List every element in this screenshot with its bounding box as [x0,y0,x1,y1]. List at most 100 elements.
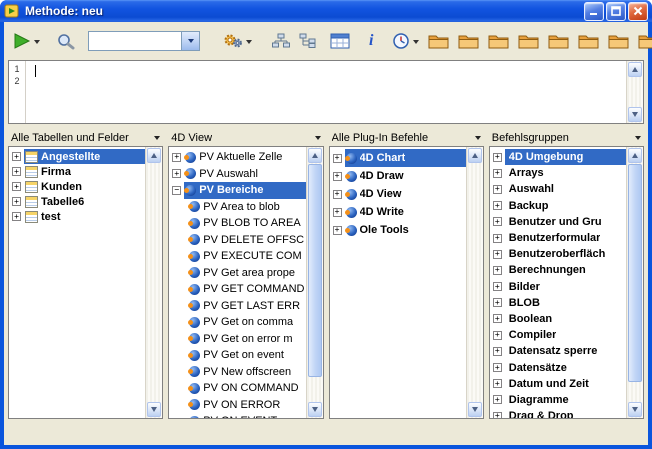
pane-header-dropdown-icon[interactable] [475,136,481,143]
info-button[interactable]: i [367,31,375,51]
tree-item[interactable]: PV Get on event [169,347,305,364]
expand-box-icon[interactable]: + [493,153,502,162]
expand-box-icon[interactable]: + [172,169,181,178]
scrollbar-track[interactable] [468,164,482,401]
tree-item[interactable]: +Arrays [490,165,626,181]
maximize-button[interactable] [606,2,626,21]
scroll-up-button[interactable] [147,148,161,163]
scroll-down-button[interactable] [628,107,642,122]
tree-item[interactable]: PV Get on comma [169,314,305,331]
collapse-box-icon[interactable]: − [172,186,181,195]
expand-box-icon[interactable]: + [493,217,502,226]
tree-item[interactable]: +4D Draw [330,167,466,185]
pane-header-dropdown-icon[interactable] [154,136,160,143]
expand-box-icon[interactable]: + [493,379,502,388]
tree-item[interactable]: −PV Bereiche [169,182,305,199]
scroll-down-button[interactable] [147,402,161,417]
tree-item[interactable]: +Compiler [490,327,626,343]
tree-item-label[interactable]: PV Get on event [203,349,284,361]
scrollbar-thumb[interactable] [308,164,322,377]
tree-item[interactable]: + test [9,209,145,224]
tree-item-label[interactable]: PV GET LAST ERR [203,300,300,312]
tree-item[interactable]: PV Get on error m [169,331,305,348]
tree-item-label[interactable]: Angestellte [41,151,100,163]
tree-item[interactable]: + Backup [490,198,626,214]
expand-box-icon[interactable]: + [493,234,502,243]
tree-item-label[interactable]: Diagramme [509,394,569,406]
clipboard-folder-icon[interactable] [426,31,451,51]
scrollbar-track[interactable] [628,164,642,401]
tree-item[interactable]: PV GET COMMAND [169,281,305,298]
tree-item-label[interactable]: 4D Umgebung [509,151,584,163]
macro-combo-input[interactable] [89,32,181,50]
tree-item[interactable]: PV New offscreen [169,364,305,381]
tree-item-label[interactable]: PV Area to blob [203,201,279,213]
tree-item[interactable]: +4D Chart [330,149,466,167]
tree-item[interactable]: PV ON COMMAND [169,380,305,397]
scroll-up-button[interactable] [308,148,322,163]
method-options-button[interactable] [220,30,254,52]
expand-box-icon[interactable]: + [493,169,502,178]
tree-item-label[interactable]: 4D Write [360,206,404,218]
tree-item-label[interactable]: Kunden [41,181,82,193]
tree-item-label[interactable]: Benutzeroberfläch [509,248,606,260]
pane-scrollbar[interactable] [466,147,483,418]
expand-box-icon[interactable]: + [493,185,502,194]
expand-box-icon[interactable]: + [493,412,502,418]
tree-item-label[interactable]: PV EXECUTE COM [203,250,301,262]
tree-item[interactable]: +Datensatz sperre [490,343,626,359]
tree-item[interactable]: +4D View [330,185,466,203]
tree-item[interactable]: PV GET LAST ERR [169,298,305,315]
clipboard-folder-icon[interactable] [576,31,601,51]
tree-item-label[interactable]: PV ON EVENT [203,415,277,418]
tree-item-label[interactable]: test [41,211,61,223]
tree-item-label[interactable]: BLOB [509,297,540,309]
search-button[interactable] [54,30,78,52]
tree-item-label[interactable]: PV New offscreen [203,366,291,378]
tree-item[interactable]: +Benutzerformular [490,230,626,246]
tree-item-label[interactable]: Firma [41,166,71,178]
scroll-up-button[interactable] [628,62,642,77]
clipboard-folder-icon[interactable] [486,31,511,51]
tree-item[interactable]: PV ON EVENT [169,413,305,418]
tree-item[interactable]: +Drag & Drop [490,408,626,418]
pane-scrollbar[interactable] [626,147,643,418]
tree-item[interactable]: +Berechnungen [490,262,626,278]
scrollbar-thumb[interactable] [628,164,642,382]
tree-item[interactable]: +4D Write [330,203,466,221]
tree-item-label[interactable]: PV ON ERROR [203,399,280,411]
hierarchy-view-button[interactable] [297,31,319,51]
scroll-down-button[interactable] [468,402,482,417]
tree-item-label[interactable]: Compiler [509,329,557,341]
scrollbar-track[interactable] [308,164,322,401]
tree-item-label[interactable]: Backup [509,200,549,212]
tree-item[interactable]: +Benutzer und Gru [490,214,626,230]
clipboard-folder-icon[interactable] [636,31,652,51]
tree-item[interactable]: +Diagramme [490,392,626,408]
expand-box-icon[interactable]: + [172,153,181,162]
expand-box-icon[interactable]: + [12,197,21,206]
pane-scrollbar[interactable] [145,147,162,418]
clipboard-folder-icon[interactable] [606,31,631,51]
expand-box-icon[interactable]: + [12,212,21,221]
tree-item-label[interactable]: PV Get on error m [203,333,292,345]
structure-view-button[interactable] [270,31,292,51]
tree-item-label[interactable]: PV Auswahl [199,168,258,180]
tree-item-label[interactable]: Datensätze [509,362,567,374]
clipboard-folder-icon[interactable] [516,31,541,51]
tree-item[interactable]: PV BLOB TO AREA [169,215,305,232]
editor-scrollbar[interactable] [626,61,643,123]
tree-item-label[interactable]: Datum und Zeit [509,378,589,390]
tree-item[interactable]: + Datum und Zeit [490,376,626,392]
tree-item[interactable]: PV DELETE OFFSC [169,232,305,249]
tree-item[interactable]: +Boolean [490,311,626,327]
tree-item-label[interactable]: PV Get on comma [203,316,293,328]
tree-item[interactable]: PV EXECUTE COM [169,248,305,265]
tree-item-label[interactable]: PV DELETE OFFSC [203,234,304,246]
tree-item[interactable]: +4D Umgebung [490,149,626,165]
expand-box-icon[interactable]: + [493,201,502,210]
table-grid-button[interactable] [328,31,352,51]
tree-item[interactable]: +PV Aktuelle Zelle [169,149,305,166]
expand-box-icon[interactable]: + [12,152,21,161]
tree-item-label[interactable]: 4D View [360,188,402,200]
